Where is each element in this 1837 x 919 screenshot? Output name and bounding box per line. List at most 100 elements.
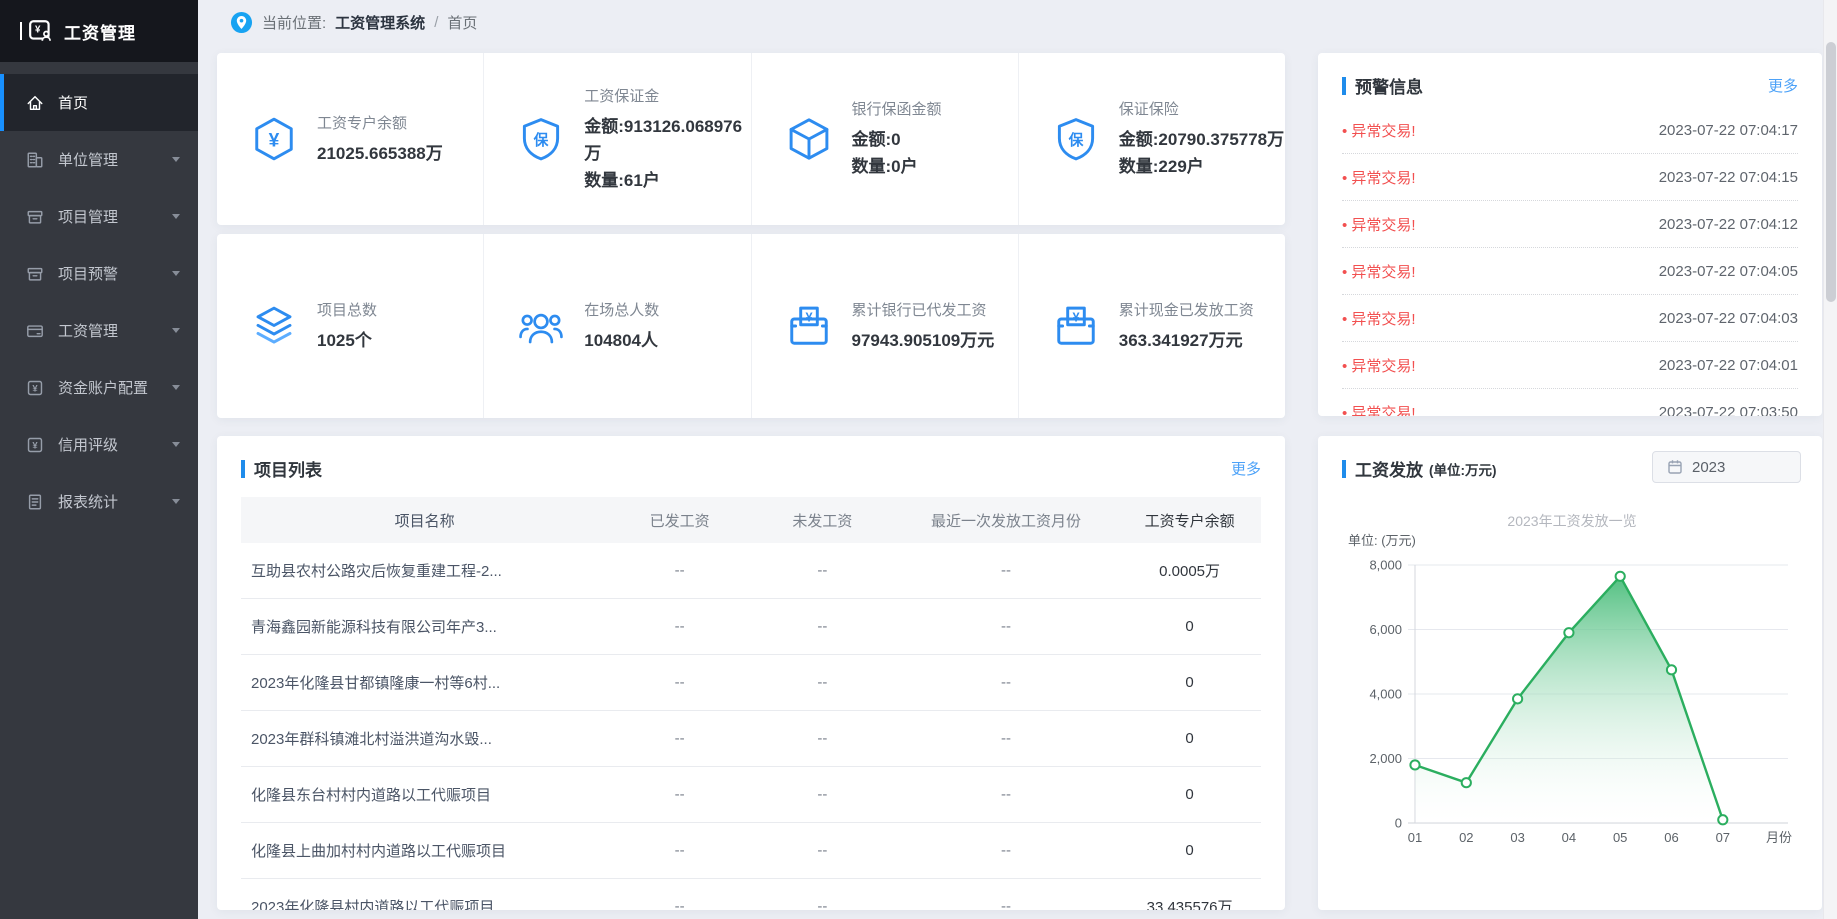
account-balance: 0.0005万 <box>1118 560 1261 581</box>
app-title: 工资管理 <box>64 19 136 44</box>
warning-list-item[interactable]: • 异常交易!2023-07-22 07:04:17 <box>1342 107 1798 154</box>
sidebar-item-project-warn[interactable]: 项目预警 <box>0 245 198 302</box>
column-header: 工资专户余额 <box>1118 510 1261 531</box>
last-pay-month: -- <box>894 786 1118 803</box>
warning-list-item[interactable]: • 异常交易!2023-07-22 07:04:05 <box>1342 248 1798 295</box>
stat-card-value: 97943.905109万元 <box>852 327 995 354</box>
svg-text:¥: ¥ <box>32 440 38 451</box>
paid-salary: -- <box>608 562 751 579</box>
sidebar-item-label: 工资管理 <box>58 320 172 341</box>
breadcrumb-prefix: 当前位置: <box>262 12 326 33</box>
account-balance: 0 <box>1118 674 1261 691</box>
table-row[interactable]: 互助县农村公路灾后恢复重建工程-2...------0.0005万 <box>241 543 1261 599</box>
stat-card-value: 金额:913126.068976万 <box>584 113 750 167</box>
warning-text: • 异常交易! <box>1342 355 1416 376</box>
svg-text:2023年工资发放一览: 2023年工资发放一览 <box>1507 513 1636 529</box>
people-icon <box>518 303 564 349</box>
project-name: 青海鑫园新能源科技有限公司年产3... <box>241 616 608 637</box>
sidebar-item-fund-account[interactable]: ¥资金账户配置 <box>0 359 198 416</box>
sidebar-item-home[interactable]: 首页 <box>0 74 198 131</box>
project-table: 项目名称已发工资未发工资最近一次发放工资月份工资专户余额 互助县农村公路灾后恢复… <box>241 497 1261 910</box>
svg-text:单位: (万元): 单位: (万元) <box>1348 533 1416 548</box>
svg-text:6,000: 6,000 <box>1369 622 1402 637</box>
salary-line-chart: 2023年工资发放一览单位: (万元)8,0006,0004,0002,0000… <box>1318 436 1822 910</box>
wallet-yuan-icon: ¥ <box>1053 303 1099 349</box>
shield-bao-icon: 保 <box>518 116 564 162</box>
salary-icon <box>26 322 44 340</box>
unpaid-salary: -- <box>751 898 894 910</box>
home-icon <box>26 94 44 112</box>
sidebar: ¥ 工资管理 首页单位管理项目管理项目预警工资管理¥资金账户配置¥信用评级报表统… <box>0 0 198 919</box>
app-logo: ¥ 工资管理 <box>0 0 198 62</box>
sidebar-item-report[interactable]: 报表统计 <box>0 473 198 530</box>
svg-text:保: 保 <box>1067 131 1083 149</box>
sidebar-item-label: 报表统计 <box>58 491 172 512</box>
svg-text:8,000: 8,000 <box>1369 558 1402 573</box>
breadcrumb-root[interactable]: 工资管理系统 <box>335 12 425 33</box>
table-row[interactable]: 青海鑫园新能源科技有限公司年产3...------0 <box>241 599 1261 655</box>
table-row[interactable]: 2023年化隆县甘都镇隆康一村等6村...------0 <box>241 655 1261 711</box>
stat-card-value: 数量:229户 <box>1119 153 1284 180</box>
table-row[interactable]: 2023年群科镇滩北村溢洪道沟水毁...------0 <box>241 711 1261 767</box>
stat-card-value: 104804人 <box>584 327 659 354</box>
project-more-link[interactable]: 更多 <box>1231 458 1261 479</box>
chevron-down-icon <box>172 214 180 219</box>
sidebar-item-unit[interactable]: 单位管理 <box>0 131 198 188</box>
chevron-down-icon <box>172 271 180 276</box>
unpaid-salary: -- <box>751 618 894 635</box>
year-select[interactable]: 2023 <box>1652 451 1801 483</box>
project-name: 化隆县上曲加村村内道路以工代赈项目 <box>241 840 608 861</box>
column-header: 最近一次发放工资月份 <box>894 510 1118 531</box>
warning-list-item[interactable]: • 异常交易!2023-07-22 07:04:12 <box>1342 201 1798 248</box>
sidebar-item-label: 首页 <box>58 92 180 113</box>
warning-list-item[interactable]: • 异常交易!2023-07-22 07:04:03 <box>1342 295 1798 342</box>
warning-text: • 异常交易! <box>1342 402 1416 417</box>
stat-card-title: 保证保险 <box>1119 98 1284 119</box>
fund-account-icon: ¥ <box>26 379 44 397</box>
warning-text: • 异常交易! <box>1342 120 1416 141</box>
paid-salary: -- <box>608 730 751 747</box>
sidebar-item-project[interactable]: 项目管理 <box>0 188 198 245</box>
yuan-hexagon-icon: ¥ <box>251 116 297 162</box>
warning-list-item[interactable]: • 异常交易! 2023-07-22 07:03:50 <box>1342 389 1798 416</box>
svg-text:¥: ¥ <box>35 25 41 36</box>
stat-cards-panel-2: 项目总数1025个在场总人数104804人¥累计银行已代发工资97943.905… <box>217 234 1285 418</box>
scrollbar-thumb[interactable] <box>1826 42 1836 302</box>
table-row[interactable]: 2023年化隆县村内道路以工代赈项目------33.435576万 <box>241 879 1261 910</box>
last-pay-month: -- <box>894 898 1118 910</box>
warning-timestamp: 2023-07-22 07:03:50 <box>1659 404 1798 417</box>
sidebar-item-salary[interactable]: 工资管理 <box>0 302 198 359</box>
project-list-panel: 项目列表 更多 项目名称已发工资未发工资最近一次发放工资月份工资专户余额 互助县… <box>217 436 1285 910</box>
sidebar-item-credit[interactable]: ¥信用评级 <box>0 416 198 473</box>
sidebar-item-label: 单位管理 <box>58 149 172 170</box>
paid-salary: -- <box>608 674 751 691</box>
report-icon <box>26 493 44 511</box>
warning-more-link[interactable]: 更多 <box>1768 75 1798 96</box>
stat-card-value: 1025个 <box>317 327 377 354</box>
svg-text:06: 06 <box>1664 830 1678 845</box>
svg-text:¥: ¥ <box>805 309 813 324</box>
warning-list-item[interactable]: • 异常交易!2023-07-22 07:04:01 <box>1342 342 1798 389</box>
chevron-down-icon <box>172 328 180 333</box>
shield-bao-icon: 保 <box>1053 116 1099 162</box>
account-balance: 0 <box>1118 842 1261 859</box>
breadcrumb-separator: / <box>434 14 438 31</box>
unpaid-salary: -- <box>751 842 894 859</box>
svg-text:03: 03 <box>1510 830 1524 845</box>
last-pay-month: -- <box>894 562 1118 579</box>
last-pay-month: -- <box>894 842 1118 859</box>
stat-card: 银行保函金额金额:0数量:0户 <box>752 53 1019 225</box>
table-row[interactable]: 化隆县上曲加村村内道路以工代赈项目------0 <box>241 823 1261 879</box>
unpaid-salary: -- <box>751 674 894 691</box>
table-row[interactable]: 化隆县东台村村内道路以工代赈项目------0 <box>241 767 1261 823</box>
svg-text:¥: ¥ <box>269 131 280 152</box>
paid-salary: -- <box>608 842 751 859</box>
svg-text:月份: 月份 <box>1766 830 1792 845</box>
page-scrollbar[interactable] <box>1823 0 1837 919</box>
stat-card: 在场总人数104804人 <box>484 234 751 418</box>
warning-list-item[interactable]: • 异常交易!2023-07-22 07:04:15 <box>1342 154 1798 201</box>
chevron-down-icon <box>172 499 180 504</box>
warning-text: • 异常交易! <box>1342 308 1416 329</box>
stat-card-value: 数量:61户 <box>584 167 750 194</box>
project-name: 化隆县东台村村内道路以工代赈项目 <box>241 784 608 805</box>
